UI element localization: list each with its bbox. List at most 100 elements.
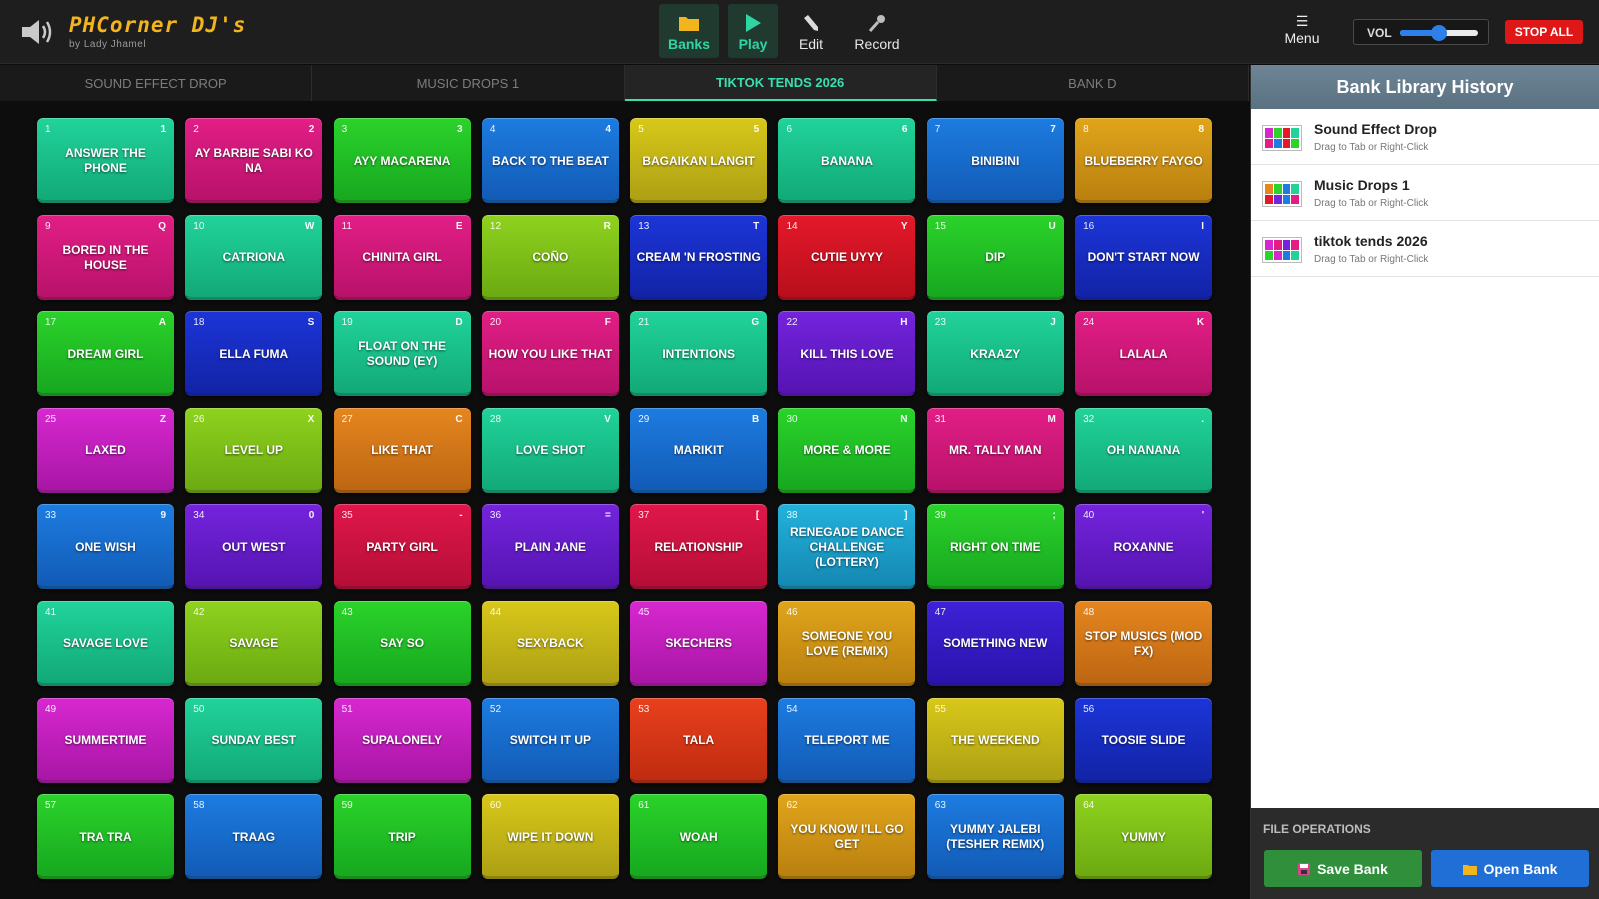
sound-pad[interactable]: 3 3 AYY MACARENA: [333, 118, 471, 203]
sound-pad[interactable]: 31 M MR. TALLY MAN: [926, 407, 1064, 493]
pad-label: MORE & MORE: [803, 443, 891, 458]
sound-pad[interactable]: 36 = PLAIN JANE: [481, 504, 619, 590]
sound-pad[interactable]: 58 TRAAG: [185, 794, 323, 880]
app-subtitle: by Lady Jhamel: [69, 39, 147, 50]
open-bank-button[interactable]: Open Bank: [1431, 850, 1589, 887]
sound-pad[interactable]: 54 TELEPORT ME: [778, 697, 916, 783]
sound-pad[interactable]: 38] RENEGADE DANCE CHALLENGE (LOTTERY): [778, 504, 916, 590]
pad-label: TALA: [683, 733, 715, 748]
pad-label: YUMMY JALEBI (TESHER REMIX): [946, 822, 1045, 852]
sound-pad[interactable]: 55 THE WEEKEND: [926, 697, 1064, 783]
sound-pad[interactable]: 50 SUNDAY BEST: [185, 697, 323, 783]
sound-pad[interactable]: 35- PARTY GIRL: [333, 504, 471, 590]
sound-pad[interactable]: 12 R COÑO: [481, 214, 619, 300]
sound-pad[interactable]: 22 H KILL THIS LOVE: [778, 311, 916, 397]
sound-pad[interactable]: 47 SOMETHING NEW: [926, 600, 1064, 686]
edit-label: Edit: [798, 36, 824, 52]
sound-pad[interactable]: 28 V LOVE SHOT: [481, 407, 619, 493]
sound-pad[interactable]: 57 TRA TRA: [37, 794, 174, 880]
edit-button[interactable]: Edit: [783, 4, 839, 58]
sound-pad[interactable]: 34 0 OUT WEST: [185, 504, 323, 590]
sound-pad[interactable]: 15 U DIP: [926, 214, 1064, 300]
pad-label: HOW YOU LIKE THAT: [488, 346, 613, 361]
save-bank-button[interactable]: Save Bank: [1264, 850, 1422, 887]
sound-pad[interactable]: 56 TOOSIE SLIDE: [1075, 697, 1213, 783]
sound-pad[interactable]: 1 1 ANSWER THE PHONE: [37, 118, 174, 203]
bank-thumbnail: [1262, 125, 1302, 151]
library-item-title: Sound Effect Drop: [1314, 121, 1437, 137]
sound-pad[interactable]: 64 YUMMY: [1075, 794, 1213, 880]
sound-pad[interactable]: 40 ' ROXANNE: [1075, 504, 1213, 590]
sound-pad[interactable]: 24 K LALALA: [1075, 311, 1213, 397]
sound-pad[interactable]: 30 N MORE & MORE: [778, 407, 916, 493]
tab-music-drops-1[interactable]: MUSIC DROPS 1: [312, 65, 625, 101]
play-button[interactable]: Play: [728, 4, 778, 58]
sound-pad[interactable]: 4 4 BACK TO THE BEAT: [481, 118, 619, 203]
sound-pad[interactable]: 61 WOAH: [630, 794, 768, 880]
sound-pad[interactable]: 43 SAY SO: [333, 600, 471, 686]
sound-pad[interactable]: 25 Z LAXED: [37, 407, 174, 493]
menu-button[interactable]: ☰ Menu: [1280, 14, 1324, 50]
volume-knob[interactable]: [1431, 25, 1447, 41]
sound-pad[interactable]: 14 Y CUTIE UYYY: [778, 214, 916, 300]
sound-pad[interactable]: 13 T CREAM 'N FROSTING: [630, 214, 768, 300]
sound-pad[interactable]: 26 X LEVEL UP: [185, 407, 323, 493]
sound-pad[interactable]: 39; RIGHT ON TIME: [926, 504, 1064, 590]
sound-pad[interactable]: 62 YOU KNOW I'LL GO GET: [778, 794, 916, 880]
sound-pad[interactable]: 63 YUMMY JALEBI (TESHER REMIX): [926, 794, 1064, 880]
sound-pad[interactable]: 20 F HOW YOU LIKE THAT: [481, 311, 619, 397]
sound-pad[interactable]: 23 J KRAAZY: [926, 311, 1064, 397]
sound-pad[interactable]: 6 6 BANANA: [778, 118, 916, 203]
sound-pad[interactable]: 7 7 BINIBINI: [926, 118, 1064, 203]
record-button[interactable]: Record: [846, 4, 908, 58]
pad-label: AY BARBIE SABI KO NA: [194, 146, 313, 175]
tab-sound-effect-drop[interactable]: SOUND EFFECT DROP: [0, 65, 313, 101]
sound-pad[interactable]: 46 SOMEONE YOU LOVE (REMIX): [778, 600, 916, 686]
tab-bank-d[interactable]: BANK D: [937, 65, 1249, 101]
volume-slider[interactable]: [1400, 25, 1478, 41]
sound-pad[interactable]: 32. OH NANANA: [1075, 407, 1213, 493]
library-item[interactable]: Music Drops 1 Drag to Tab or Right-Click: [1251, 165, 1599, 221]
sound-pad[interactable]: 44 SEXYBACK: [481, 600, 619, 686]
sound-pad[interactable]: 9 Q BORED IN THE HOUSE: [37, 214, 174, 300]
sound-pad[interactable]: 27 C LIKE THAT: [333, 407, 471, 493]
sound-pad[interactable]: 19 D FLOAT ON THE SOUND (EY): [333, 311, 471, 397]
sound-pad[interactable]: 59 TRIP: [333, 794, 471, 880]
sound-pad[interactable]: 18 S ELLA FUMA: [185, 311, 323, 397]
sound-pad[interactable]: 2 2 AY BARBIE SABI KO NA: [185, 118, 323, 203]
thumbnail-cell: [1265, 250, 1273, 260]
sound-pad[interactable]: 33 9 ONE WISH: [37, 504, 174, 590]
bank-thumbnail: [1262, 237, 1302, 263]
thumbnail-cell: [1282, 138, 1291, 148]
sound-pad[interactable]: 21 G INTENTIONS: [630, 311, 768, 397]
sound-pad[interactable]: 37[RELATIONSHIP: [630, 504, 768, 590]
pad-label: SUMMERTIME: [64, 733, 147, 748]
pad-label: SUPALONELY: [362, 733, 443, 748]
library-item[interactable]: Sound Effect Drop Drag to Tab or Right-Cl…: [1251, 109, 1599, 165]
sound-pad[interactable]: 11 E CHINITA GIRL: [333, 214, 471, 300]
thumbnail-cell: [1273, 194, 1282, 204]
sound-pad[interactable]: 17 A DREAM GIRL: [37, 311, 174, 397]
banks-button[interactable]: Banks: [659, 4, 719, 58]
sound-pad[interactable]: 41 SAVAGE LOVE: [37, 600, 174, 686]
thumbnail-cell: [1273, 184, 1282, 194]
stop-all-button[interactable]: STOP ALL: [1505, 20, 1583, 44]
sound-pad[interactable]: 52 SWITCH IT UP: [481, 697, 619, 783]
sound-pad[interactable]: 29 B MARIKIT: [630, 407, 768, 493]
sound-pad[interactable]: 48 STOP MUSICS (MOD FX): [1075, 600, 1213, 686]
sound-pad[interactable]: 16 I DON'T START NOW: [1075, 214, 1213, 300]
sound-pad[interactable]: 5 5 BAGAIKAN LANGIT: [630, 118, 768, 203]
sound-pad[interactable]: 42 SAVAGE: [185, 600, 323, 686]
sound-pad[interactable]: 60 WIPE IT DOWN: [481, 794, 619, 880]
pad-label: LIKE THAT: [371, 443, 433, 458]
sound-pad[interactable]: 45 SKECHERS: [630, 600, 768, 686]
sound-pad[interactable]: 49 SUMMERTIME: [37, 697, 174, 783]
tab-tiktok-tends-2026[interactable]: TIKTOK TENDS 2026: [624, 65, 937, 101]
pad-grid: 1 1 ANSWER THE PHONE 2 2 AY BARBIE SABI KO NA…: [37, 118, 1214, 884]
library-item[interactable]: tiktok tends 2026 Drag to Tab or Right-Cl…: [1251, 221, 1599, 277]
sound-pad[interactable]: 51 SUPALONELY: [333, 697, 471, 783]
bank-tabs: SOUND EFFECT DROP MUSIC DROPS 1 TIKTOK TEN…: [0, 65, 1249, 101]
sound-pad[interactable]: 10 W CATRIONA: [185, 214, 323, 300]
sound-pad[interactable]: 53 TALA: [630, 697, 768, 783]
sound-pad[interactable]: 8 8 BLUEBERRY FAYGO: [1075, 118, 1213, 203]
